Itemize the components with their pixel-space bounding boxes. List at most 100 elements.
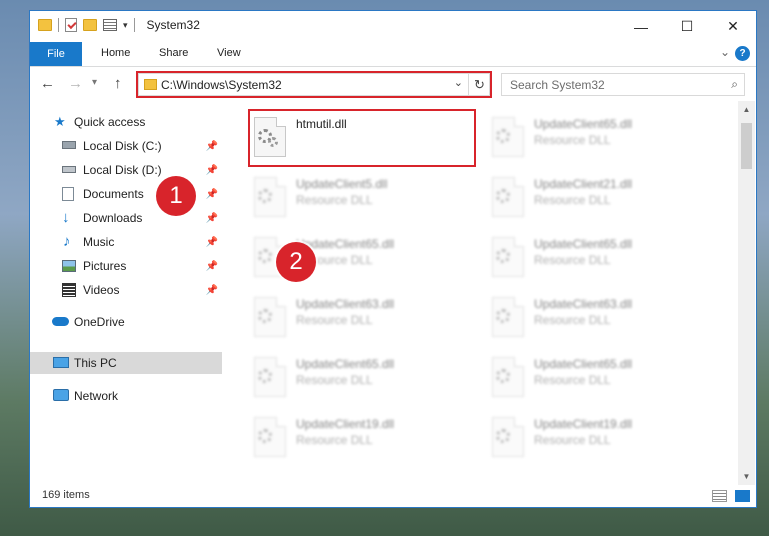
- file-item[interactable]: UpdateClient21.dll Resource DLL: [484, 171, 714, 225]
- toolbar-divider: [58, 18, 59, 32]
- expand-ribbon-icon[interactable]: ⌄: [720, 45, 730, 59]
- pin-icon[interactable]: 📌: [206, 141, 218, 152]
- gear-icon: [496, 129, 510, 143]
- file-type: Resource DLL: [296, 193, 373, 207]
- details-view-icon[interactable]: [712, 490, 727, 502]
- file-highlight-box: [248, 109, 476, 167]
- tab-view[interactable]: View: [217, 47, 241, 59]
- toolbar-divider: [133, 18, 135, 32]
- file-type: Resource DLL: [534, 433, 611, 447]
- maximize-icon: ☐: [680, 18, 694, 34]
- sidebar-item-label: Pictures: [83, 259, 127, 273]
- file-type: Resource DLL: [296, 373, 373, 387]
- file-item[interactable]: UpdateClient5.dll Resource DLL: [246, 171, 476, 225]
- file-list: htmutil.dll UpdateClient65.dll Resource …: [226, 101, 738, 485]
- sidebar-item-label: Local Disk (C:): [83, 139, 162, 153]
- scrollbar-thumb[interactable]: [741, 123, 752, 169]
- gear-icon: [258, 369, 272, 383]
- file-item[interactable]: UpdateClient65.dll Resource DLL: [484, 351, 714, 405]
- file-item[interactable]: UpdateClient65.dll Resource DLL: [484, 111, 714, 165]
- videos-icon: [62, 283, 76, 297]
- drive-icon: [62, 141, 76, 149]
- recent-locations-icon[interactable]: ▾: [92, 77, 97, 88]
- pin-icon[interactable]: 📌: [206, 285, 218, 296]
- help-icon[interactable]: ?: [735, 46, 750, 61]
- file-name: UpdateClient65.dll: [534, 357, 633, 371]
- search-input[interactable]: [510, 77, 710, 93]
- sidebar-item-this-pc[interactable]: This PC: [30, 352, 222, 374]
- vertical-scrollbar[interactable]: ▲ ▼: [738, 101, 755, 485]
- file-item[interactable]: UpdateClient63.dll Resource DLL: [246, 291, 476, 345]
- file-name: UpdateClient63.dll: [534, 297, 633, 311]
- file-type: Resource DLL: [534, 133, 611, 147]
- sidebar-item-local-disk-c[interactable]: Local Disk (C:) 📌: [30, 135, 222, 157]
- close-icon: ✕: [727, 18, 739, 34]
- file-name: UpdateClient21.dll: [534, 177, 633, 191]
- sidebar-item-network[interactable]: Network: [30, 385, 222, 407]
- sidebar-item-videos[interactable]: Videos 📌: [30, 279, 222, 301]
- back-icon[interactable]: ←: [40, 75, 55, 92]
- onedrive-icon: [52, 317, 69, 326]
- tab-home[interactable]: Home: [101, 47, 130, 59]
- sidebar-item-downloads[interactable]: ↓ Downloads 📌: [30, 207, 222, 229]
- file-name: UpdateClient63.dll: [296, 297, 395, 311]
- file-type: Resource DLL: [534, 373, 611, 387]
- up-icon[interactable]: ↑: [114, 75, 122, 92]
- sidebar-item-music[interactable]: ♪ Music 📌: [30, 231, 222, 253]
- pin-icon[interactable]: 📌: [206, 189, 218, 200]
- file-item[interactable]: UpdateClient65.dll Resource DLL: [246, 351, 476, 405]
- file-type: Resource DLL: [296, 433, 373, 447]
- tab-share[interactable]: Share: [159, 47, 188, 59]
- window-title: System32: [146, 18, 200, 32]
- pin-icon[interactable]: 📌: [206, 261, 218, 272]
- folder-icon: [38, 19, 52, 31]
- file-name: UpdateClient19.dll: [534, 417, 633, 431]
- status-bar: 169 items: [30, 485, 756, 507]
- sidebar-item-label: This PC: [74, 356, 117, 370]
- file-item[interactable]: UpdateClient65.dll Resource DLL: [484, 231, 714, 285]
- new-folder-icon[interactable]: [83, 19, 97, 31]
- sidebar-item-label: Network: [74, 389, 119, 403]
- step-marker-1: 1: [156, 176, 196, 216]
- sidebar-item-label: Quick access: [74, 115, 146, 129]
- large-icons-view-icon[interactable]: [735, 490, 750, 502]
- title-bar: ▾ System32 — ☐ ✕: [30, 11, 756, 42]
- gear-icon: [496, 189, 510, 203]
- gear-icon: [496, 429, 510, 443]
- search-icon[interactable]: ⌕: [731, 77, 738, 92]
- pin-icon[interactable]: 📌: [206, 237, 218, 248]
- pin-icon[interactable]: 📌: [206, 213, 218, 224]
- file-name: UpdateClient5.dll: [296, 177, 388, 191]
- scroll-up-icon[interactable]: ▲: [738, 101, 755, 118]
- file-item[interactable]: UpdateClient19.dll Resource DLL: [484, 411, 714, 465]
- gear-icon: [496, 249, 510, 263]
- sidebar-item-label: Local Disk (D:): [83, 163, 162, 177]
- search-box[interactable]: ⌕: [501, 73, 745, 96]
- file-name: UpdateClient19.dll: [296, 417, 395, 431]
- gear-icon: [258, 429, 272, 443]
- sidebar-item-pictures[interactable]: Pictures 📌: [30, 255, 222, 277]
- navigation-pane: ★ Quick access Local Disk (C:) 📌 Local D…: [30, 101, 226, 485]
- sidebar-item-label: Videos: [83, 283, 120, 297]
- music-icon: ♪: [63, 233, 71, 250]
- minimize-button[interactable]: —: [618, 11, 664, 42]
- pictures-icon: [62, 260, 76, 272]
- sidebar-item-quick-access[interactable]: ★ Quick access: [30, 111, 222, 133]
- forward-icon[interactable]: →: [68, 75, 83, 92]
- properties-icon[interactable]: [65, 18, 77, 32]
- file-name: UpdateClient65.dll: [534, 237, 633, 251]
- customize-toolbar-icon[interactable]: ▾: [123, 20, 128, 31]
- sidebar-item-onedrive[interactable]: OneDrive: [30, 311, 222, 333]
- close-button[interactable]: ✕: [710, 11, 756, 42]
- gear-icon: [258, 249, 272, 263]
- gear-icon: [258, 309, 272, 323]
- pin-icon[interactable]: 📌: [206, 165, 218, 176]
- scroll-down-icon[interactable]: ▼: [738, 468, 755, 485]
- tab-file[interactable]: File: [30, 42, 82, 66]
- downloads-icon: ↓: [62, 209, 70, 226]
- file-item[interactable]: UpdateClient63.dll Resource DLL: [484, 291, 714, 345]
- sidebar-item-local-disk-d[interactable]: Local Disk (D:) 📌: [30, 159, 222, 181]
- view-options-icon[interactable]: [103, 19, 117, 31]
- maximize-button[interactable]: ☐: [664, 11, 710, 42]
- file-item[interactable]: UpdateClient19.dll Resource DLL: [246, 411, 476, 465]
